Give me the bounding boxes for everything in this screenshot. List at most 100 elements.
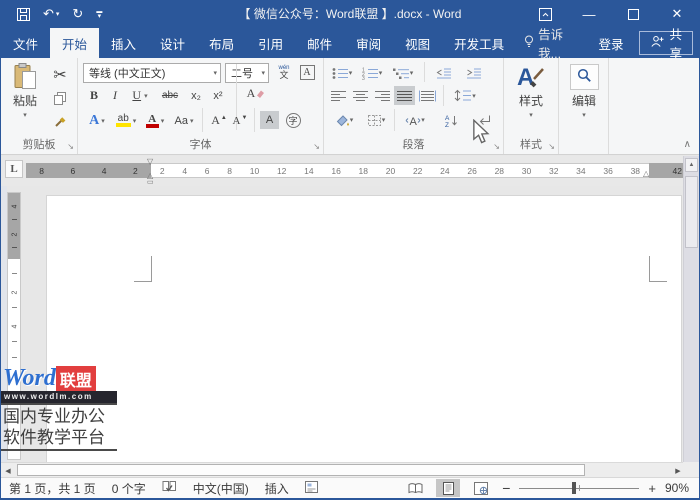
read-mode-icon[interactable] xyxy=(403,479,427,497)
page-indicator[interactable]: 第 1 页，共 1 页 xyxy=(9,480,96,497)
copy-icon[interactable] xyxy=(49,89,71,107)
tab-references[interactable]: 引用 xyxy=(246,28,295,58)
sort-icon[interactable]: AZ xyxy=(442,110,462,130)
svg-text:A: A xyxy=(517,64,534,90)
clear-formatting-icon[interactable]: A xyxy=(244,84,268,103)
asian-layout-button[interactable]: A ▾ xyxy=(400,110,430,130)
editing-button[interactable]: 编辑 ▾ xyxy=(565,64,603,130)
paste-button[interactable]: 粘贴 ▾ xyxy=(6,63,44,131)
vertical-scrollbar[interactable]: ▲ xyxy=(683,156,699,462)
change-case-button[interactable]: Aa ▾ xyxy=(170,110,198,131)
distributed-icon[interactable] xyxy=(416,86,439,105)
character-shading-button[interactable]: A xyxy=(260,111,279,129)
bullets-button[interactable]: ▾ xyxy=(328,64,356,82)
bold-button[interactable]: B xyxy=(85,86,103,105)
zoom-level[interactable]: 90% xyxy=(665,481,689,495)
word-count[interactable]: 0 个字 xyxy=(112,480,146,497)
font-size-combo[interactable]: 二号 ▾ xyxy=(225,63,269,83)
align-left-icon[interactable] xyxy=(328,86,349,105)
align-center-icon[interactable] xyxy=(350,86,371,105)
share-button[interactable]: 共享 xyxy=(639,28,693,61)
tab-view[interactable]: 视图 xyxy=(393,28,442,58)
undo-dropdown-icon[interactable]: ▾ xyxy=(56,10,60,18)
zoom-in-button[interactable]: + xyxy=(648,481,656,496)
print-layout-icon[interactable] xyxy=(436,479,461,497)
tab-design[interactable]: 设计 xyxy=(148,28,197,58)
multilevel-list-button[interactable]: ▾ xyxy=(388,64,418,82)
phonetic-guide-icon[interactable]: wén 文 xyxy=(274,62,294,83)
undo-icon[interactable]: ↶ ▾ xyxy=(43,6,59,22)
character-border-icon[interactable]: A xyxy=(297,63,317,82)
font-color-swatch xyxy=(145,123,159,128)
italic-button[interactable]: I xyxy=(107,86,123,105)
font-dialog-launcher-icon[interactable]: ↘ xyxy=(313,143,320,151)
borders-button[interactable]: ▾ xyxy=(362,110,390,130)
proofing-icon[interactable] xyxy=(162,480,177,497)
tell-me-box[interactable]: 告诉我... xyxy=(516,28,586,61)
font-group: 等线 (中文正文) ▾ 二号 ▾ wén 文 A B I U ▾ abc x₂ x² xyxy=(78,58,324,154)
redo-icon[interactable]: ↻ xyxy=(72,6,83,22)
vertical-scrollbar-thumb[interactable] xyxy=(685,176,698,248)
shrink-font-button[interactable]: A ▼ xyxy=(230,110,250,131)
ruler-number: 34 xyxy=(576,165,586,176)
tab-layout[interactable]: 布局 xyxy=(197,28,246,58)
cut-icon[interactable]: ✂ xyxy=(49,66,71,84)
text-effects-button[interactable]: A ▾ xyxy=(84,110,110,131)
horizontal-ruler[interactable]: 8642 2 4 6 8 10 12 14 16 18 20 22 24 26 28 30 32 34 36 38 … xyxy=(26,163,684,178)
strikethrough-button[interactable]: abc xyxy=(158,86,182,105)
sign-in-button[interactable]: 登录 xyxy=(586,34,635,53)
clipboard-dialog-launcher-icon[interactable]: ↘ xyxy=(67,143,74,151)
highlight-color-button[interactable]: ab ▾ xyxy=(112,110,140,131)
tab-developer[interactable]: 开发工具 xyxy=(442,28,516,58)
tab-review[interactable]: 审阅 xyxy=(344,28,393,58)
decrease-indent-icon[interactable] xyxy=(432,64,456,82)
line-spacing-button[interactable]: ▾ xyxy=(450,86,480,105)
scroll-up-icon[interactable]: ▲ xyxy=(685,158,698,172)
chevron-down-icon: ▾ xyxy=(189,117,194,125)
tab-insert[interactable]: 插入 xyxy=(99,28,148,58)
justify-icon[interactable] xyxy=(394,86,415,105)
language-indicator[interactable]: 中文(中国) xyxy=(193,480,249,497)
horizontal-scrollbar-thumb[interactable] xyxy=(17,464,585,476)
first-line-indent-marker[interactable]: ▽ xyxy=(147,158,153,166)
horizontal-scrollbar[interactable]: ◀ ▶ xyxy=(1,462,685,477)
save-icon[interactable] xyxy=(17,7,30,21)
status-left: 第 1 页，共 1 页 0 个字 中文(中国) 插入 xyxy=(1,480,318,497)
subscript-button[interactable]: x₂ xyxy=(186,86,206,105)
logo-brand-text: Word xyxy=(3,365,56,391)
document-page[interactable] xyxy=(46,195,682,462)
zoom-slider-thumb[interactable] xyxy=(572,482,577,494)
font-name-combo[interactable]: 等线 (中文正文) ▾ xyxy=(83,63,221,83)
macro-record-icon[interactable] xyxy=(304,480,318,496)
insert-mode-indicator[interactable]: 插入 xyxy=(265,480,289,497)
window-title: 【 微信公众号：Word联盟 】.docx - Word xyxy=(238,7,462,21)
paragraph-dialog-launcher-icon[interactable]: ↘ xyxy=(493,143,500,151)
zoom-out-button[interactable]: − xyxy=(502,480,510,496)
right-indent-marker[interactable]: △ xyxy=(643,170,649,178)
tab-stop-selector[interactable]: L xyxy=(5,160,23,178)
styles-button[interactable]: A 样式 ▾ xyxy=(512,64,550,130)
share-person-icon xyxy=(650,35,664,51)
tab-home[interactable]: 开始 xyxy=(50,28,100,58)
text-effects-letter: A xyxy=(89,112,100,128)
maximize-icon[interactable] xyxy=(611,0,655,28)
format-painter-icon[interactable] xyxy=(49,112,71,130)
font-color-button[interactable]: A ▾ xyxy=(142,110,168,131)
scroll-left-icon[interactable]: ◀ xyxy=(1,464,15,477)
align-right-icon[interactable] xyxy=(372,86,393,105)
collapse-ribbon-icon[interactable]: ∧ xyxy=(684,139,691,150)
increase-indent-icon[interactable] xyxy=(462,64,486,82)
grow-font-button[interactable]: A ▲ xyxy=(208,110,230,131)
customize-qat-icon[interactable]: ▬ ▾ xyxy=(96,9,102,20)
zoom-slider[interactable] xyxy=(519,479,640,497)
web-layout-icon[interactable] xyxy=(469,479,493,497)
status-bar: 第 1 页，共 1 页 0 个字 中文(中国) 插入 − + 90% xyxy=(1,477,699,498)
tab-mailings[interactable]: 邮件 xyxy=(295,28,344,58)
styles-dialog-launcher-icon[interactable]: ↘ xyxy=(548,143,555,151)
underline-button[interactable]: U ▾ xyxy=(127,86,153,105)
enclose-characters-button[interactable]: 字 xyxy=(283,111,303,129)
tab-file[interactable]: 文件 xyxy=(1,28,50,58)
numbering-button[interactable]: 123 ▾ xyxy=(358,64,386,82)
superscript-button[interactable]: x² xyxy=(208,86,228,105)
shading-button[interactable]: ▾ xyxy=(330,110,358,130)
